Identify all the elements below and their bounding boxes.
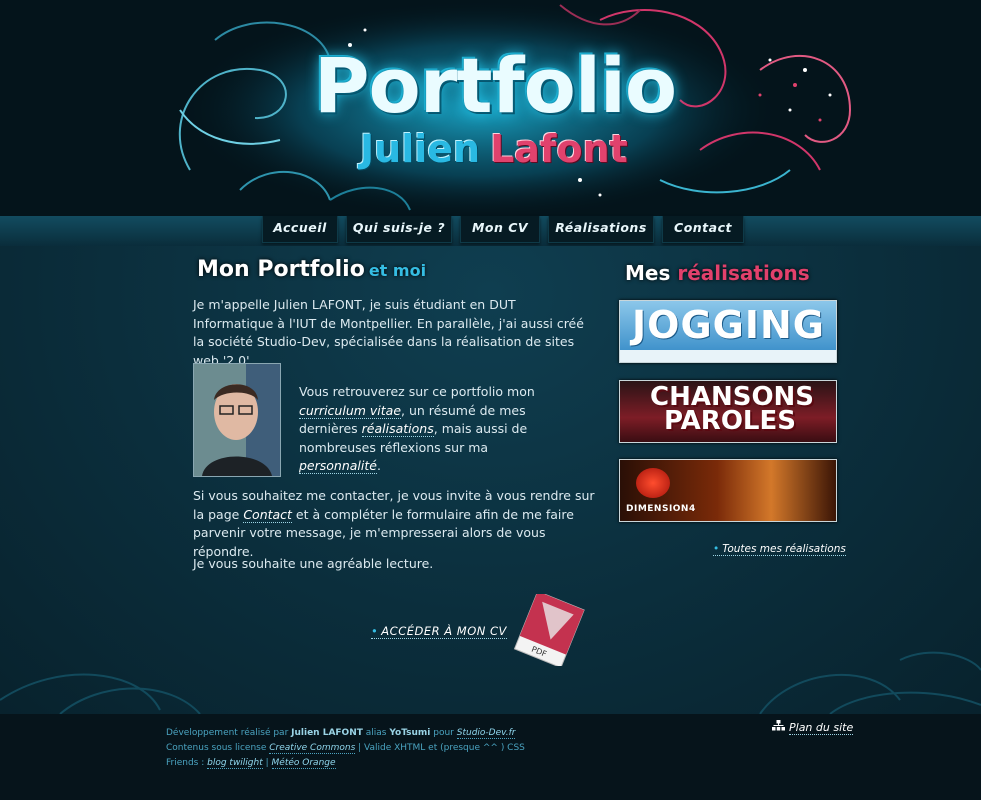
p2-text-d: . bbox=[376, 458, 381, 473]
realisation-jogging-label: JOGGING bbox=[632, 303, 825, 347]
cv-link-label: ACCÉDER À MON CV bbox=[381, 624, 507, 638]
sitemap-link[interactable]: Plan du site bbox=[772, 720, 854, 735]
all-realisations-label: Toutes mes réalisations bbox=[722, 543, 846, 555]
sitemap-label: Plan du site bbox=[789, 721, 854, 735]
realisations-title-accent: réalisations bbox=[677, 261, 810, 285]
header-banner: Portfolio Julien Lafont bbox=[0, 0, 981, 216]
logo-last-name: Lafont bbox=[490, 127, 628, 171]
credits-text-b: alias bbox=[362, 728, 390, 738]
license-text-a: Contenus sous license bbox=[166, 743, 270, 753]
sitemap-icon bbox=[772, 720, 785, 731]
link-personnalite[interactable]: personnalité bbox=[299, 458, 377, 474]
license-text-b: | Valide XHTML et (presque ^^ ) CSS bbox=[355, 743, 525, 753]
main-navigation: Accueil Qui suis-je ? Mon CV Réalisation… bbox=[262, 216, 744, 243]
author-alias: YoTsumi bbox=[389, 728, 431, 738]
jogging-banner-strip bbox=[620, 350, 836, 362]
credits-text-a: Développement réalisé par bbox=[166, 728, 292, 738]
friends-separator: | bbox=[262, 758, 272, 768]
nav-item-realisations[interactable]: Réalisations bbox=[548, 216, 654, 243]
realisations-title: Mes réalisations bbox=[625, 261, 810, 285]
intro-paragraph-3: Si vous souhaitez me contacter, je vous … bbox=[193, 487, 598, 561]
footer-credits: Développement réalisé par Julien LAFONT … bbox=[166, 728, 516, 739]
nav-item-mon-cv[interactable]: Mon CV bbox=[460, 216, 540, 243]
realisation-jogging[interactable]: JOGGING bbox=[619, 300, 837, 363]
bottom-swirl-decoration bbox=[0, 651, 981, 715]
bullet-icon: • bbox=[713, 543, 720, 555]
author-name: Julien LAFONT bbox=[291, 728, 363, 738]
blog-twilight-link[interactable]: blog twilight bbox=[207, 758, 263, 769]
nav-item-contact[interactable]: Contact bbox=[662, 216, 744, 243]
intro-paragraph-4: Je vous souhaite une agréable lecture. bbox=[193, 556, 434, 571]
intro-title-main: Mon Portfolio bbox=[197, 257, 365, 282]
logo-first-name: Julien bbox=[360, 127, 481, 171]
nav-item-accueil[interactable]: Accueil bbox=[262, 216, 338, 243]
creative-commons-link[interactable]: Creative Commons bbox=[269, 743, 356, 754]
realisations-title-main: Mes bbox=[625, 261, 671, 285]
link-realisations[interactable]: réalisations bbox=[361, 421, 434, 437]
realisation-dimension4[interactable]: DIMENSION4 bbox=[619, 459, 837, 522]
cv-access-link[interactable]: • ACCÉDER À MON CV bbox=[371, 624, 507, 639]
meteo-orange-link[interactable]: Météo Orange bbox=[271, 758, 336, 769]
realisation-chansons-paroles-label: CHANSONS PAROLES bbox=[650, 382, 815, 436]
profile-photo bbox=[193, 363, 281, 477]
studio-dev-link[interactable]: Studio-Dev.fr bbox=[456, 728, 516, 739]
realisation-chansons-paroles[interactable]: CHANSONS PAROLES bbox=[619, 380, 837, 443]
friends-label: Friends : bbox=[166, 758, 208, 768]
p2-text-a: Vous retrouverez sur ce portfolio mon bbox=[299, 384, 535, 399]
intro-paragraph-1: Je m'appelle Julien LAFONT, je suis étud… bbox=[193, 297, 584, 368]
dimension4-logo-icon bbox=[636, 468, 670, 498]
link-curriculum-vitae[interactable]: curriculum vitae bbox=[299, 402, 402, 419]
intro-paragraph-2: Vous retrouverez sur ce portfolio mon cu… bbox=[299, 383, 569, 476]
site-logo-name: Julien Lafont bbox=[360, 130, 680, 168]
link-contact[interactable]: Contact bbox=[243, 506, 292, 523]
realisation-dimension4-label: DIMENSION4 bbox=[626, 504, 696, 514]
pdf-document-icon[interactable]: PDF bbox=[502, 594, 594, 666]
footer-friends: Friends : blog twilight | Météo Orange bbox=[166, 758, 336, 769]
intro-title: Mon Portfolio et moi bbox=[197, 257, 426, 282]
footer-license: Contenus sous license Creative Commons |… bbox=[166, 743, 525, 754]
intro-title-accent: et moi bbox=[368, 261, 427, 280]
credits-text-c: pour bbox=[430, 728, 457, 738]
all-realisations-link[interactable]: • Toutes mes réalisations bbox=[713, 543, 846, 556]
bullet-icon: • bbox=[371, 624, 379, 638]
site-logo-title: Portfolio bbox=[313, 41, 677, 130]
nav-item-qui-suis-je[interactable]: Qui suis-je ? bbox=[346, 216, 452, 243]
